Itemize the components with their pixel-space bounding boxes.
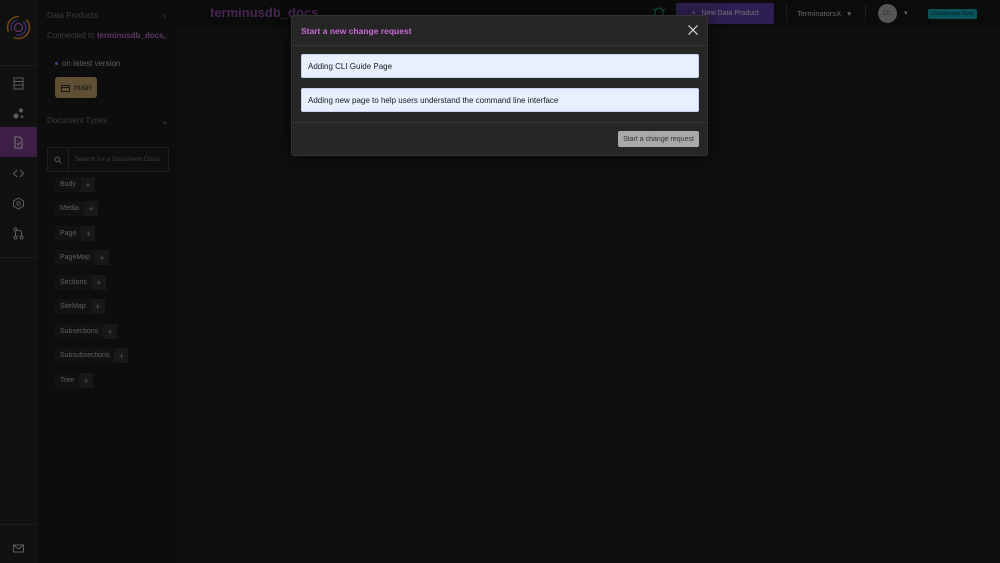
- change-request-description-field[interactable]: [301, 88, 699, 112]
- start-change-request-button[interactable]: Start a change request: [618, 131, 699, 147]
- modal-divider: [292, 122, 707, 123]
- modal-title: Start a new change request: [301, 26, 412, 36]
- close-icon[interactable]: [687, 24, 699, 36]
- change-request-modal: Start a new change request Start a chang…: [291, 15, 708, 156]
- app-root: Data Products › Connected to terminusdb_…: [0, 0, 1000, 563]
- modal-divider: [292, 45, 707, 46]
- change-request-name-field[interactable]: [301, 54, 699, 78]
